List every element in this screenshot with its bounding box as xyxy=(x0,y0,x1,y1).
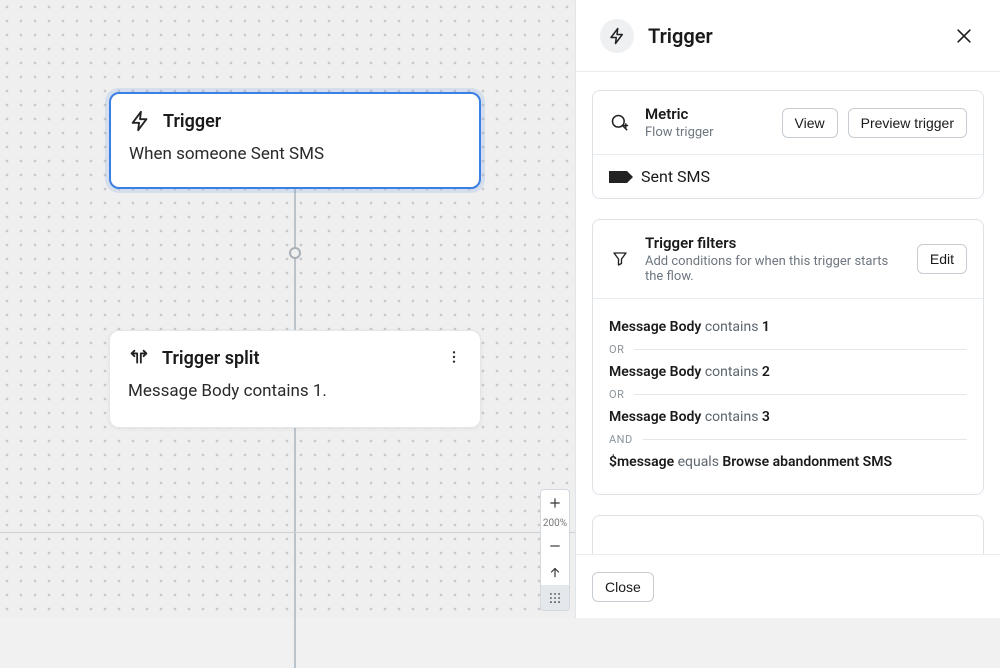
trigger-node-title: Trigger xyxy=(163,111,221,132)
canvas-guide-line xyxy=(0,532,575,533)
filter-join-operator: OR xyxy=(609,343,967,356)
grid-toggle-button[interactable] xyxy=(540,585,570,611)
trigger-filters-card: Trigger filters Add conditions for when … xyxy=(592,219,984,495)
metric-selected-row[interactable]: Sent SMS xyxy=(593,154,983,198)
flow-canvas[interactable]: Trigger When someone Sent SMS Trigger sp… xyxy=(0,0,575,618)
bolt-icon xyxy=(600,19,634,53)
close-panel-button[interactable]: Close xyxy=(592,572,654,602)
connector-node[interactable] xyxy=(289,247,301,259)
trigger-split-node[interactable]: Trigger split Message Body contains 1. xyxy=(109,330,481,428)
side-panel-footer: Close xyxy=(576,554,1000,618)
metric-selected-value: Sent SMS xyxy=(641,167,710,186)
close-button[interactable] xyxy=(952,24,976,48)
side-panel: Trigger Metric Flow trigger View xyxy=(575,0,1000,618)
zoom-toolbar: 200% xyxy=(540,489,570,615)
metric-title: Metric xyxy=(645,105,768,123)
node-menu-button[interactable] xyxy=(442,345,466,369)
trigger-split-title: Trigger split xyxy=(162,348,260,369)
filter-condition: Message Body contains 1 xyxy=(609,319,967,335)
flow-filters-card[interactable]: Flow filters xyxy=(592,515,984,554)
trigger-node-subtitle: When someone Sent SMS xyxy=(129,144,461,164)
zoom-level-label: 200% xyxy=(540,515,570,533)
filter-join-operator: AND xyxy=(609,433,967,446)
filter-icon xyxy=(609,250,631,268)
trigger-split-subtitle: Message Body contains 1. xyxy=(128,381,462,401)
metric-subtitle: Flow trigger xyxy=(645,125,768,140)
metric-icon xyxy=(609,113,631,133)
split-icon xyxy=(128,347,150,369)
trigger-filters-list: Message Body contains 1 OR Message Body co… xyxy=(593,298,983,494)
connector-line xyxy=(294,188,296,668)
scroll-top-button[interactable] xyxy=(540,559,570,585)
view-button[interactable]: View xyxy=(782,108,838,138)
edit-filters-button[interactable]: Edit xyxy=(917,244,967,274)
zoom-out-button[interactable] xyxy=(540,533,570,559)
side-panel-header: Trigger xyxy=(576,0,1000,72)
trigger-filters-title: Trigger filters xyxy=(645,234,903,252)
filter-condition: Message Body contains 2 xyxy=(609,364,967,380)
filter-condition: Message Body contains 3 xyxy=(609,409,967,425)
side-panel-body[interactable]: Metric Flow trigger View Preview trigger… xyxy=(576,72,1000,554)
trigger-filters-subtitle: Add conditions for when this trigger sta… xyxy=(645,254,903,284)
tag-icon xyxy=(609,171,627,183)
filter-condition: $message equals Browse abandonment SMS xyxy=(609,454,967,470)
preview-trigger-button[interactable]: Preview trigger xyxy=(848,108,967,138)
trigger-node[interactable]: Trigger When someone Sent SMS xyxy=(109,92,481,189)
zoom-in-button[interactable] xyxy=(540,489,570,515)
side-panel-title: Trigger xyxy=(648,24,713,48)
metric-card: Metric Flow trigger View Preview trigger… xyxy=(592,90,984,199)
filter-join-operator: OR xyxy=(609,388,967,401)
bolt-icon xyxy=(129,110,151,132)
